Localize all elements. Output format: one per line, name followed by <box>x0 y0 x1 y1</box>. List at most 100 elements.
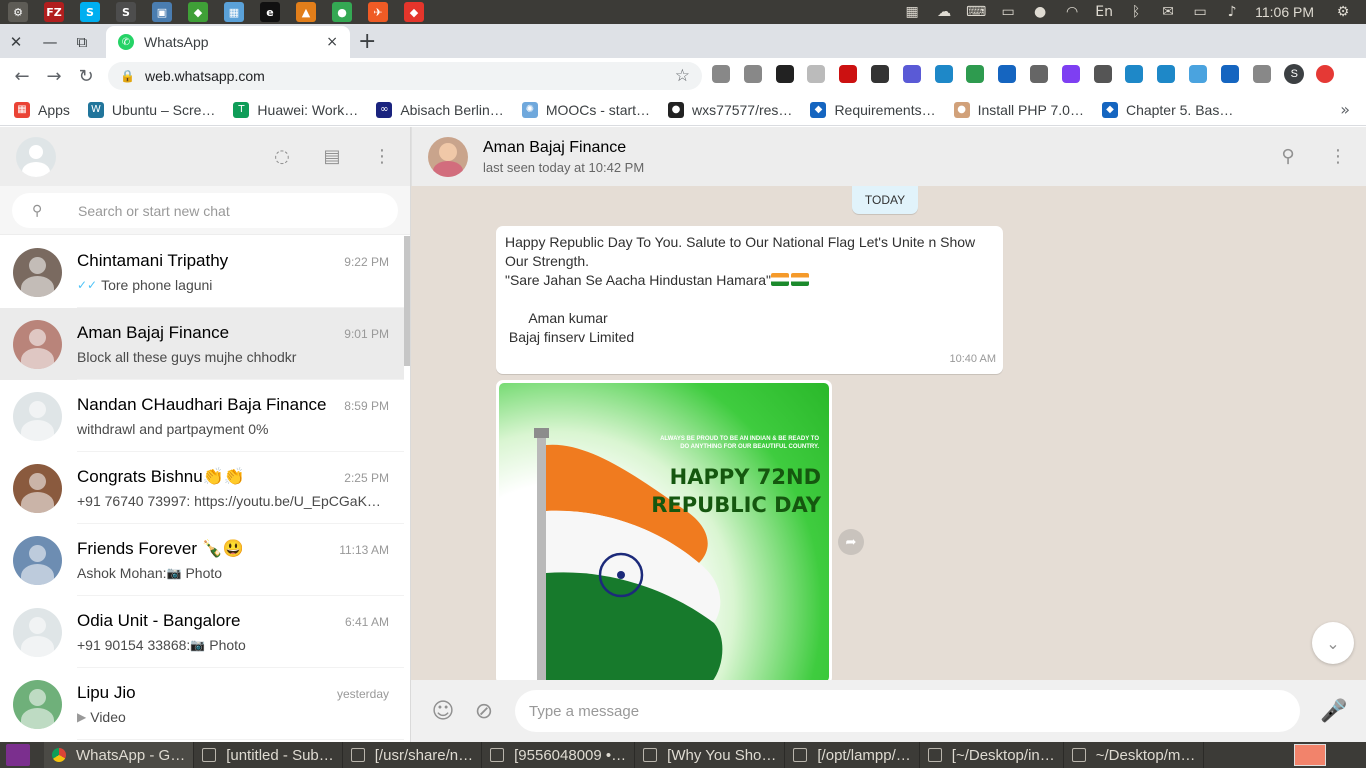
workspace-switcher[interactable] <box>1294 744 1326 766</box>
bookmark-item[interactable]: ● Install PHP 7.0… <box>953 101 1084 118</box>
mongodb-icon[interactable]: ◆ <box>184 1 212 23</box>
wifi-icon[interactable]: ◠ <box>1059 1 1085 23</box>
chat-avatar[interactable] <box>13 607 62 657</box>
image-message[interactable]: ALWAYS BE PROUD TO BE AN INDIAN & BE REA… <box>496 380 832 683</box>
language-icon[interactable]: En <box>1091 1 1117 23</box>
extension-2-icon[interactable] <box>743 65 762 83</box>
chat-list-item[interactable]: Friends Forever 🍾😃 11:13 AM Ashok Mohan: 📷… <box>0 524 404 596</box>
new-tab-button[interactable]: + <box>358 29 376 54</box>
extension-7-icon[interactable] <box>902 65 921 83</box>
lock-icon[interactable]: 🔒 <box>120 69 135 83</box>
taskbar-item[interactable]: ~/Desktop/m… <box>1064 742 1205 768</box>
extension-12-icon[interactable] <box>1061 65 1080 83</box>
taskbar-item[interactable]: [9556048009 •… <box>482 742 636 768</box>
bookmark-item[interactable]: T Huawei: Work… <box>233 101 358 118</box>
incoming-message[interactable]: Happy Republic Day To You. Salute to Our… <box>496 226 1003 374</box>
search-icon[interactable]: ⚲ <box>32 203 48 219</box>
extension-16-icon[interactable] <box>1188 65 1207 83</box>
extension-3-icon[interactable] <box>775 65 794 83</box>
chat-list-item[interactable]: Chintamani Tripathy 9:22 PM ✓✓ Tore phone l… <box>0 236 404 308</box>
chat-avatar[interactable] <box>13 535 62 585</box>
republic-day-poster[interactable]: ALWAYS BE PROUD TO BE AN INDIAN & BE REA… <box>499 383 829 682</box>
volume-icon[interactable]: ♪ <box>1219 1 1245 23</box>
taskbar-item[interactable]: [~/Desktop/in… <box>920 742 1064 768</box>
extension-15-icon[interactable] <box>1157 65 1176 83</box>
battery-icon[interactable]: ▭ <box>1187 1 1213 23</box>
chat-list-item[interactable]: Nandan CHaudhari Baja Finance 8:59 PM with… <box>0 380 404 452</box>
extension-9-icon[interactable] <box>966 65 985 83</box>
chat-list-item[interactable]: Aman Bajaj Finance 9:01 PM Block all these… <box>0 308 404 380</box>
message-input[interactable] <box>515 690 1300 732</box>
back-button[interactable]: ← <box>6 60 38 92</box>
bluetooth-icon[interactable]: ᛒ <box>1123 1 1149 23</box>
eboard-icon[interactable]: e <box>256 1 284 23</box>
extension-6-icon[interactable] <box>870 65 889 83</box>
emoji-icon[interactable]: ☺ <box>429 697 457 725</box>
sublime-text-icon[interactable]: S <box>112 1 140 23</box>
apps-grid-tray-icon[interactable]: ▦ <box>899 1 925 23</box>
forward-message-icon[interactable]: ➦ <box>838 529 864 555</box>
search-container[interactable]: ⚲ <box>12 193 398 228</box>
taskbar-item[interactable]: [untitled - Sub… <box>194 742 343 768</box>
extension-10-icon[interactable] <box>998 65 1017 83</box>
chat-avatar[interactable] <box>13 319 62 369</box>
anydesk-icon[interactable]: ◆ <box>400 1 428 23</box>
bookmark-item[interactable]: ▦ Apps <box>14 101 70 118</box>
bookmark-item[interactable]: ◆ Requirements… <box>810 101 936 118</box>
bookmark-item[interactable]: ∞ Abisach Berlin… <box>376 101 504 118</box>
red-app-icon[interactable]: ● <box>1027 1 1053 23</box>
extension-14-icon[interactable] <box>1125 65 1144 83</box>
new-chat-icon[interactable]: ▤ <box>320 145 344 169</box>
show-desktop-icon[interactable] <box>6 744 30 766</box>
minimize-window-icon[interactable]: — <box>40 32 60 52</box>
skype-tray-icon[interactable]: ☁ <box>931 1 957 23</box>
taskbar-item[interactable]: [/opt/lampp/… <box>785 742 920 768</box>
chat-avatar[interactable] <box>13 679 62 729</box>
profile-avatar[interactable]: S <box>1284 64 1305 84</box>
my-avatar[interactable] <box>16 136 56 177</box>
update-menu-icon[interactable] <box>1316 65 1335 83</box>
reload-button[interactable]: ↻ <box>70 60 102 92</box>
image-viewer-icon[interactable]: ▦ <box>220 1 248 23</box>
tab-whatsapp[interactable]: ✆ WhatsApp × <box>106 26 350 58</box>
menu-icon[interactable]: ⋮ <box>370 145 394 169</box>
bookmark-item[interactable]: ◆ Chapter 5. Bas… <box>1101 101 1233 118</box>
skype-icon[interactable]: S <box>76 1 104 23</box>
extension-13-icon[interactable] <box>1093 65 1112 83</box>
forward-button[interactable]: → <box>38 60 70 92</box>
chat-list-item[interactable]: Lipu Jio yesterday ▶ Video <box>0 668 404 740</box>
chat-avatar[interactable] <box>13 463 62 513</box>
clock[interactable]: 11:06 PM <box>1255 4 1314 20</box>
taskbar-item[interactable]: WhatsApp - G… <box>44 742 195 768</box>
restore-window-icon[interactable]: ⧉ <box>72 32 92 52</box>
keyboard-icon[interactable]: ⌨ <box>963 1 989 23</box>
close-tab-icon[interactable]: × <box>326 34 338 50</box>
microphone-icon[interactable]: 🎤 <box>1320 697 1348 725</box>
scroll-to-bottom-icon[interactable]: ⌄ <box>1312 622 1354 664</box>
extension-8-icon[interactable] <box>934 65 953 83</box>
chat-avatar[interactable] <box>13 391 62 441</box>
search-input[interactable] <box>78 202 378 219</box>
extension-5-icon[interactable] <box>839 65 858 83</box>
status-icon[interactable]: ◌ <box>270 145 294 169</box>
bookmark-item[interactable]: ✺ MOOCs - start… <box>521 101 650 118</box>
extension-11-icon[interactable] <box>1029 65 1048 83</box>
mail-icon[interactable]: ✉ <box>1155 1 1181 23</box>
chat-list-item[interactable]: Congrats Bishnu👏👏 2:25 PM +91 76740 73997:… <box>0 452 404 524</box>
extension-18-icon[interactable] <box>1252 65 1271 83</box>
attach-icon[interactable]: ⊘ <box>470 697 498 725</box>
extension-1-icon[interactable] <box>712 65 730 83</box>
chrome-icon[interactable]: ● <box>328 1 356 23</box>
taskbar-item[interactable]: [Why You Sho… <box>635 742 786 768</box>
chat-avatar[interactable] <box>13 247 62 297</box>
extension-4-icon[interactable] <box>807 65 826 83</box>
chat-list-item[interactable]: Odia Unit - Bangalore 6:41 AM +91 90154 33… <box>0 596 404 668</box>
chat-list-scrollbar[interactable] <box>404 236 410 366</box>
conversation-menu-icon[interactable]: ⋮ <box>1326 145 1350 169</box>
contact-avatar[interactable] <box>428 136 468 177</box>
address-bar[interactable]: 🔒 web.whatsapp.com ☆ <box>108 62 702 90</box>
bookmark-star-icon[interactable]: ☆ <box>675 66 690 86</box>
terminal-icon[interactable]: ▭ <box>995 1 1021 23</box>
virtualbox-icon[interactable]: ▣ <box>148 1 176 23</box>
contact-info[interactable]: Aman Bajaj Finance last seen today at 10… <box>483 139 644 175</box>
